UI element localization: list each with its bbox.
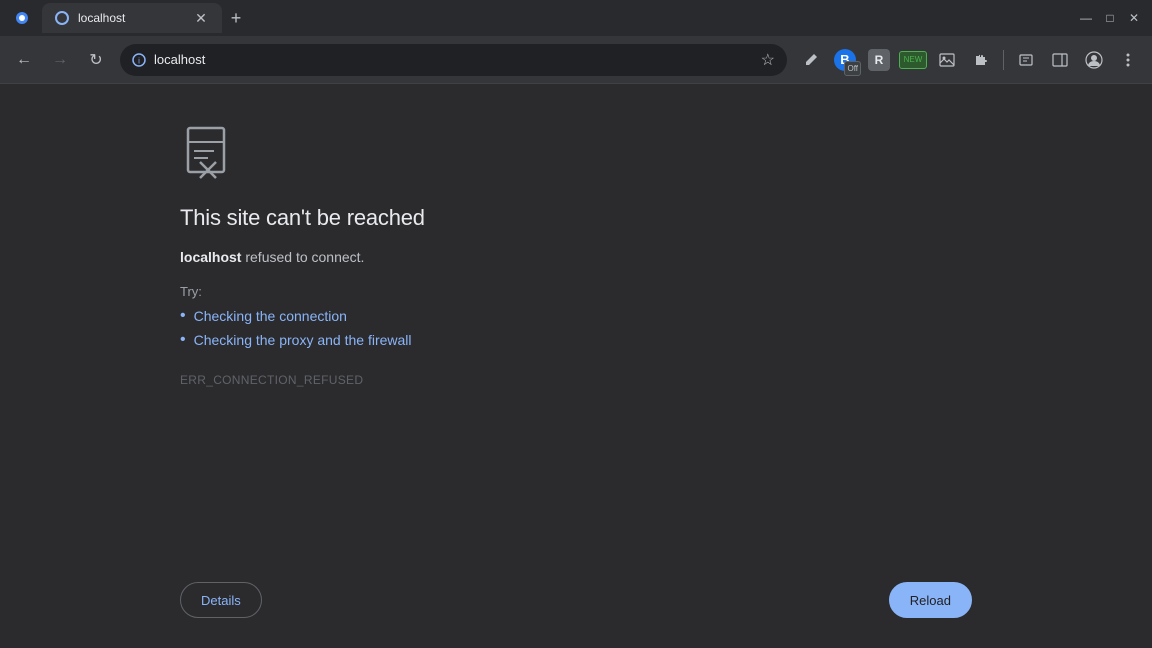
extension-new-icon: NEW xyxy=(899,51,927,69)
extensions-button[interactable] xyxy=(965,44,997,76)
reload-button[interactable]: Reload xyxy=(889,582,972,618)
tab-close-button[interactable]: ✕ xyxy=(192,9,210,27)
nav-bar: ← → ↻ i localhost ☆ B Off R NEW xyxy=(0,36,1152,84)
error-code: ERR_CONNECTION_REFUSED xyxy=(180,373,425,387)
error-title: This site can't be reached xyxy=(180,205,425,231)
back-button[interactable]: ← xyxy=(8,44,40,76)
chrome-menu-button[interactable] xyxy=(8,4,36,32)
extension-r-button[interactable]: R xyxy=(863,44,895,76)
extension-b-button[interactable]: B Off xyxy=(829,44,861,76)
address-security-icon: i xyxy=(132,53,146,67)
content-area: This site can't be reached localhost ref… xyxy=(0,84,1152,648)
error-icon xyxy=(180,124,425,189)
details-button[interactable]: Details xyxy=(180,582,262,618)
address-bar[interactable]: i localhost ☆ xyxy=(120,44,787,76)
extension-new-button[interactable]: NEW xyxy=(897,44,929,76)
title-bar: localhost ✕ + — □ ✕ xyxy=(0,0,1152,36)
error-subtitle: localhost refused to connect. xyxy=(180,247,425,268)
bookmark-icon[interactable]: ☆ xyxy=(761,50,775,70)
toolbar-icons: B Off R NEW xyxy=(795,44,1144,76)
edit-icon-button[interactable] xyxy=(795,44,827,76)
address-text: localhost xyxy=(154,52,753,67)
suggestion-2-link[interactable]: Checking the proxy and the firewall xyxy=(194,332,412,348)
maximize-button[interactable]: □ xyxy=(1100,8,1120,28)
extension-off-badge: Off xyxy=(844,61,861,76)
window-controls: — □ ✕ xyxy=(1076,8,1144,28)
tab-title: localhost xyxy=(78,11,184,25)
chrome-menu-icon-button[interactable] xyxy=(1112,44,1144,76)
error-subtitle-rest: refused to connect. xyxy=(241,249,364,265)
sidebar-button[interactable] xyxy=(1044,44,1076,76)
title-bar-left xyxy=(8,4,36,32)
suggestion-1-link[interactable]: Checking the connection xyxy=(194,308,347,324)
tab-favicon xyxy=(54,10,70,26)
suggestion-2-item: Checking the proxy and the firewall xyxy=(180,331,425,349)
media-icon-button[interactable] xyxy=(1010,44,1042,76)
new-tab-button[interactable]: + xyxy=(222,4,250,32)
tab-favicon-icon xyxy=(55,11,69,25)
refresh-button[interactable]: ↻ xyxy=(80,44,112,76)
active-tab[interactable]: localhost ✕ xyxy=(42,3,222,33)
bottom-buttons: Details Reload xyxy=(0,582,1152,618)
try-section: Try: Checking the connection Checking th… xyxy=(180,284,425,349)
extension-r-icon: R xyxy=(868,49,890,71)
forward-button[interactable]: → xyxy=(44,44,76,76)
image-icon-button[interactable] xyxy=(931,44,963,76)
error-content: This site can't be reached localhost ref… xyxy=(0,124,425,387)
try-list: Checking the connection Checking the pro… xyxy=(180,307,425,349)
svg-text:i: i xyxy=(138,56,140,65)
close-button[interactable]: ✕ xyxy=(1124,8,1144,28)
suggestion-1-item: Checking the connection xyxy=(180,307,425,325)
toolbar-divider xyxy=(1003,50,1004,70)
tab-bar: localhost ✕ + xyxy=(42,3,1070,33)
minimize-button[interactable]: — xyxy=(1076,8,1096,28)
try-label: Try: xyxy=(180,284,425,299)
profile-button[interactable] xyxy=(1078,44,1110,76)
error-hostname: localhost xyxy=(180,249,241,265)
